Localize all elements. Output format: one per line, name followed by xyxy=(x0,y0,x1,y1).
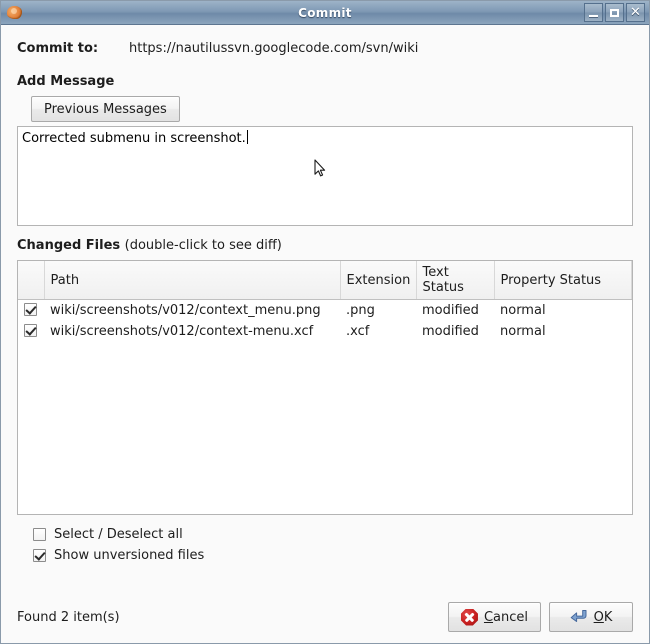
ok-button[interactable]: OK xyxy=(549,602,633,632)
commit-to-label: Commit to: xyxy=(17,41,99,56)
show-unversioned-files-option[interactable]: Show unversioned files xyxy=(33,545,633,566)
changed-files-table-container[interactable]: Path Extension Text Status Property Stat… xyxy=(17,260,633,515)
row-path: wiki/screenshots/v012/context-menu.xcf xyxy=(50,324,314,339)
commit-message-value: Corrected submenu in screenshot. xyxy=(22,131,246,146)
select-deselect-all-option[interactable]: Select / Deselect all xyxy=(33,524,633,545)
cancel-mnemonic: C xyxy=(483,609,494,625)
column-header-checkbox[interactable] xyxy=(18,261,45,300)
previous-messages-button[interactable]: Previous Messages xyxy=(31,96,180,122)
row-extension: .xcf xyxy=(346,324,370,339)
changed-files-hint: (double-click to see diff) xyxy=(124,238,282,253)
enter-arrow-icon xyxy=(570,609,588,625)
add-message-section-title: Add Message xyxy=(17,74,115,89)
row-checkbox-cell[interactable] xyxy=(18,300,44,322)
row-property-status: normal xyxy=(500,303,546,318)
column-header-extension[interactable]: Extension xyxy=(340,261,417,300)
table-row[interactable]: wiki/screenshots/v012/context_menu.png .… xyxy=(18,300,632,322)
window-controls: ✕ xyxy=(584,3,647,22)
row-extension: .png xyxy=(346,303,375,318)
table-header: Path Extension Text Status Property Stat… xyxy=(18,261,632,300)
dialog-content: Commit to: https://nautilussvn.googlecod… xyxy=(1,25,649,566)
minimize-button[interactable] xyxy=(584,3,603,22)
commit-to-url: https://nautilussvn.googlecode.com/svn/w… xyxy=(129,41,419,56)
commit-message-text: Corrected submenu in screenshot. xyxy=(22,130,248,146)
ok-button-label: OK xyxy=(594,610,613,625)
select-deselect-all-label: Select / Deselect all xyxy=(54,527,183,542)
show-unversioned-files-checkbox[interactable] xyxy=(33,549,46,562)
footer-buttons: Cancel OK xyxy=(447,602,633,632)
nautilus-shell-icon xyxy=(5,3,25,23)
changed-files-section-title: Changed Files (double-click to see diff) xyxy=(17,238,633,253)
dialog-footer: Found 2 item(s) Cancel OK xyxy=(1,591,649,643)
text-caret xyxy=(246,130,248,144)
row-path: wiki/screenshots/v012/context_menu.png xyxy=(50,303,321,318)
row-checkbox-cell[interactable] xyxy=(18,321,44,342)
column-header-text-status[interactable]: Text Status xyxy=(416,261,495,300)
status-text: Found 2 item(s) xyxy=(17,609,120,625)
cancel-button-label: Cancel xyxy=(484,610,528,625)
row-text-status: modified xyxy=(422,303,479,318)
column-header-property-status[interactable]: Property Status xyxy=(494,261,632,300)
table-row[interactable]: wiki/screenshots/v012/context-menu.xcf .… xyxy=(18,321,632,342)
ok-label-rest: K xyxy=(603,609,613,625)
previous-messages-wrap: Previous Messages xyxy=(17,96,633,122)
row-checkbox[interactable] xyxy=(24,324,37,337)
commit-to-row: Commit to: https://nautilussvn.googlecod… xyxy=(17,25,633,62)
changed-files-table: Path Extension Text Status Property Stat… xyxy=(18,261,632,342)
table-body: wiki/screenshots/v012/context_menu.png .… xyxy=(18,300,632,343)
show-unversioned-files-label: Show unversioned files xyxy=(54,548,205,563)
row-checkbox[interactable] xyxy=(24,303,37,316)
select-deselect-all-checkbox[interactable] xyxy=(33,528,46,541)
row-text-status: modified xyxy=(422,324,479,339)
changed-files-title-text: Changed Files xyxy=(17,238,121,253)
cancel-button[interactable]: Cancel xyxy=(447,602,541,632)
row-property-status: normal xyxy=(500,324,546,339)
table-header-row: Path Extension Text Status Property Stat… xyxy=(18,261,632,300)
ok-mnemonic: O xyxy=(593,609,604,625)
close-button[interactable]: ✕ xyxy=(626,3,645,22)
column-header-path[interactable]: Path xyxy=(44,261,341,300)
title-bar[interactable]: Commit ✕ xyxy=(1,1,649,25)
commit-dialog: Commit ✕ Commit to: https://nautilussvn.… xyxy=(0,0,650,644)
cancel-icon xyxy=(460,608,478,626)
cancel-label-rest: ancel xyxy=(493,609,528,625)
options-group: Select / Deselect all Show unversioned f… xyxy=(17,524,633,566)
window-title: Commit xyxy=(298,5,352,20)
maximize-button[interactable] xyxy=(605,3,624,22)
commit-message-textarea[interactable]: Corrected submenu in screenshot. xyxy=(17,126,633,226)
